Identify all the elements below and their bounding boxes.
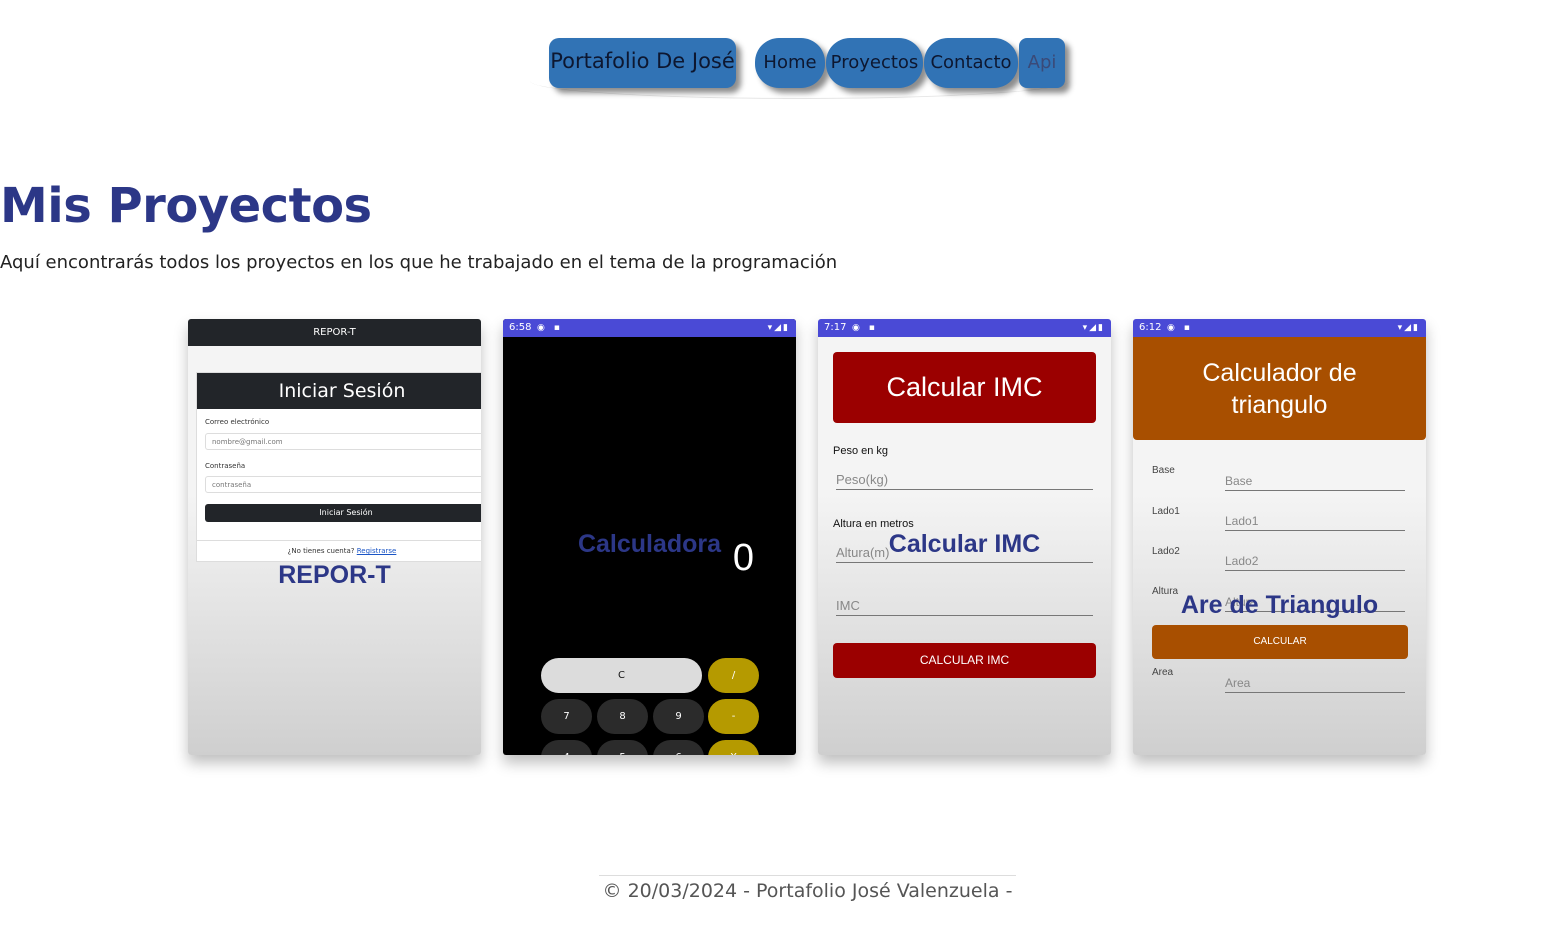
screenshot-imc-field: IMC — [836, 598, 1093, 616]
screenshot-register-line: ¿No tienes cuenta? Registrarse — [197, 540, 481, 561]
calc-key: 9 — [653, 699, 704, 734]
nav-home[interactable]: Home — [755, 38, 825, 88]
calc-key: - — [708, 699, 759, 734]
status-time: 6:58 — [509, 322, 532, 333]
nav-api[interactable]: Api — [1019, 38, 1065, 88]
screenshot-lado2-field: Lado2 — [1225, 554, 1405, 571]
calc-key: 6 — [653, 740, 704, 755]
screenshot-calcular-imc-button: CALCULAR IMC — [833, 643, 1096, 678]
calc-key: 8 — [597, 699, 648, 734]
triangle-title-line1: Calculador de — [1202, 359, 1357, 387]
screenshot-base-field: Base — [1225, 474, 1405, 491]
calc-key: C — [541, 658, 702, 693]
screenshot-lado1-field: Lado1 — [1225, 514, 1405, 531]
signal-battery-icon: ▾◢▮ — [1082, 323, 1105, 333]
project-card-calculadora[interactable]: 6:58 ◉ ▪ ▾◢▮ 0 C / 7 8 9 - 4 5 6 X Calcu… — [503, 319, 796, 755]
footer-copyright: © 20/03/2024 - Portafolio José Valenzuel… — [602, 880, 1013, 902]
screenshot-triangle-title: Calculador de triangulo — [1133, 337, 1426, 440]
screenshot-register-link: Registrarse — [356, 547, 397, 555]
status-time: 7:17 — [824, 322, 847, 333]
project-caption: REPOR-T — [278, 561, 391, 589]
screenshot-password-field: contraseña — [205, 476, 481, 493]
nav-contacto[interactable]: Contacto — [924, 38, 1018, 88]
brand-logo[interactable]: Portafolio De José — [549, 38, 736, 88]
screenshot-altura-label: Altura en metros — [833, 518, 914, 530]
nav-proyectos[interactable]: Proyectos — [826, 38, 923, 88]
project-card-repor-t[interactable]: REPOR-T Iniciar Sesión Correo electrónic… — [188, 319, 481, 755]
screenshot-area-field: Area — [1225, 676, 1405, 693]
screenshot-register-text: ¿No tienes cuenta? — [287, 547, 355, 555]
calc-key: 5 — [597, 740, 648, 755]
screenshot-area-label: Area — [1152, 667, 1174, 678]
screenshot-login-panel: Iniciar Sesión Correo electrónico nombre… — [196, 372, 481, 562]
screenshot-calcular-button: CALCULAR — [1152, 625, 1408, 659]
screenshot-email-field: nombre@gmail.com — [205, 433, 481, 450]
project-caption: Are de Triangulo — [1180, 591, 1379, 619]
signal-battery-icon: ▾◢▮ — [767, 323, 790, 333]
screenshot-peso-field: Peso(kg) — [836, 472, 1093, 490]
screenshot-lado2-label: Lado2 — [1152, 546, 1180, 557]
screenshot-base-label: Base — [1152, 465, 1175, 476]
screenshot-login-button: Iniciar Sesión — [205, 504, 481, 522]
screenshot-topbar: REPOR-T — [188, 319, 481, 346]
project-caption: Calculadora — [577, 530, 722, 558]
screenshot-status-bar: 6:12 ◉ ▪ ▾◢▮ — [1133, 319, 1426, 337]
project-card-calcular-imc[interactable]: 7:17 ◉ ▪ ▾◢▮ Calcular IMC Peso en kg Pes… — [818, 319, 1111, 755]
triangle-title-line2: triangulo — [1231, 391, 1328, 419]
project-card-area-triangulo[interactable]: 6:12 ◉ ▪ ▾◢▮ Calculador de triangulo Bas… — [1133, 319, 1426, 755]
signal-battery-icon: ▾◢▮ — [1397, 323, 1420, 333]
status-time: 6:12 — [1139, 322, 1162, 333]
calc-key: / — [708, 658, 759, 693]
screenshot-lado1-label: Lado1 — [1152, 506, 1180, 517]
screenshot-login-title: Iniciar Sesión — [197, 373, 481, 409]
screenshot-status-bar: 6:58 ◉ ▪ ▾◢▮ — [503, 319, 796, 337]
screenshot-status-bar: 7:17 ◉ ▪ ▾◢▮ — [818, 319, 1111, 337]
page-subtitle: Aquí encontrarás todos los proyectos en … — [0, 252, 838, 273]
calc-key: 4 — [541, 740, 592, 755]
screenshot-peso-label: Peso en kg — [833, 445, 889, 457]
screenshot-email-label: Correo electrónico — [205, 418, 270, 426]
footer-divider — [599, 875, 1016, 876]
project-caption: Calcular IMC — [888, 530, 1041, 558]
notification-icons: ◉ ▪ — [852, 323, 878, 333]
calc-key: 7 — [541, 699, 592, 734]
notification-icons: ◉ ▪ — [1167, 323, 1193, 333]
screenshot-imc-title: Calcular IMC — [833, 352, 1096, 423]
screenshot-password-label: Contraseña — [205, 462, 246, 470]
calc-key: X — [708, 740, 759, 755]
page-title: Mis Proyectos — [0, 178, 372, 234]
notification-icons: ◉ ▪ — [537, 323, 563, 333]
